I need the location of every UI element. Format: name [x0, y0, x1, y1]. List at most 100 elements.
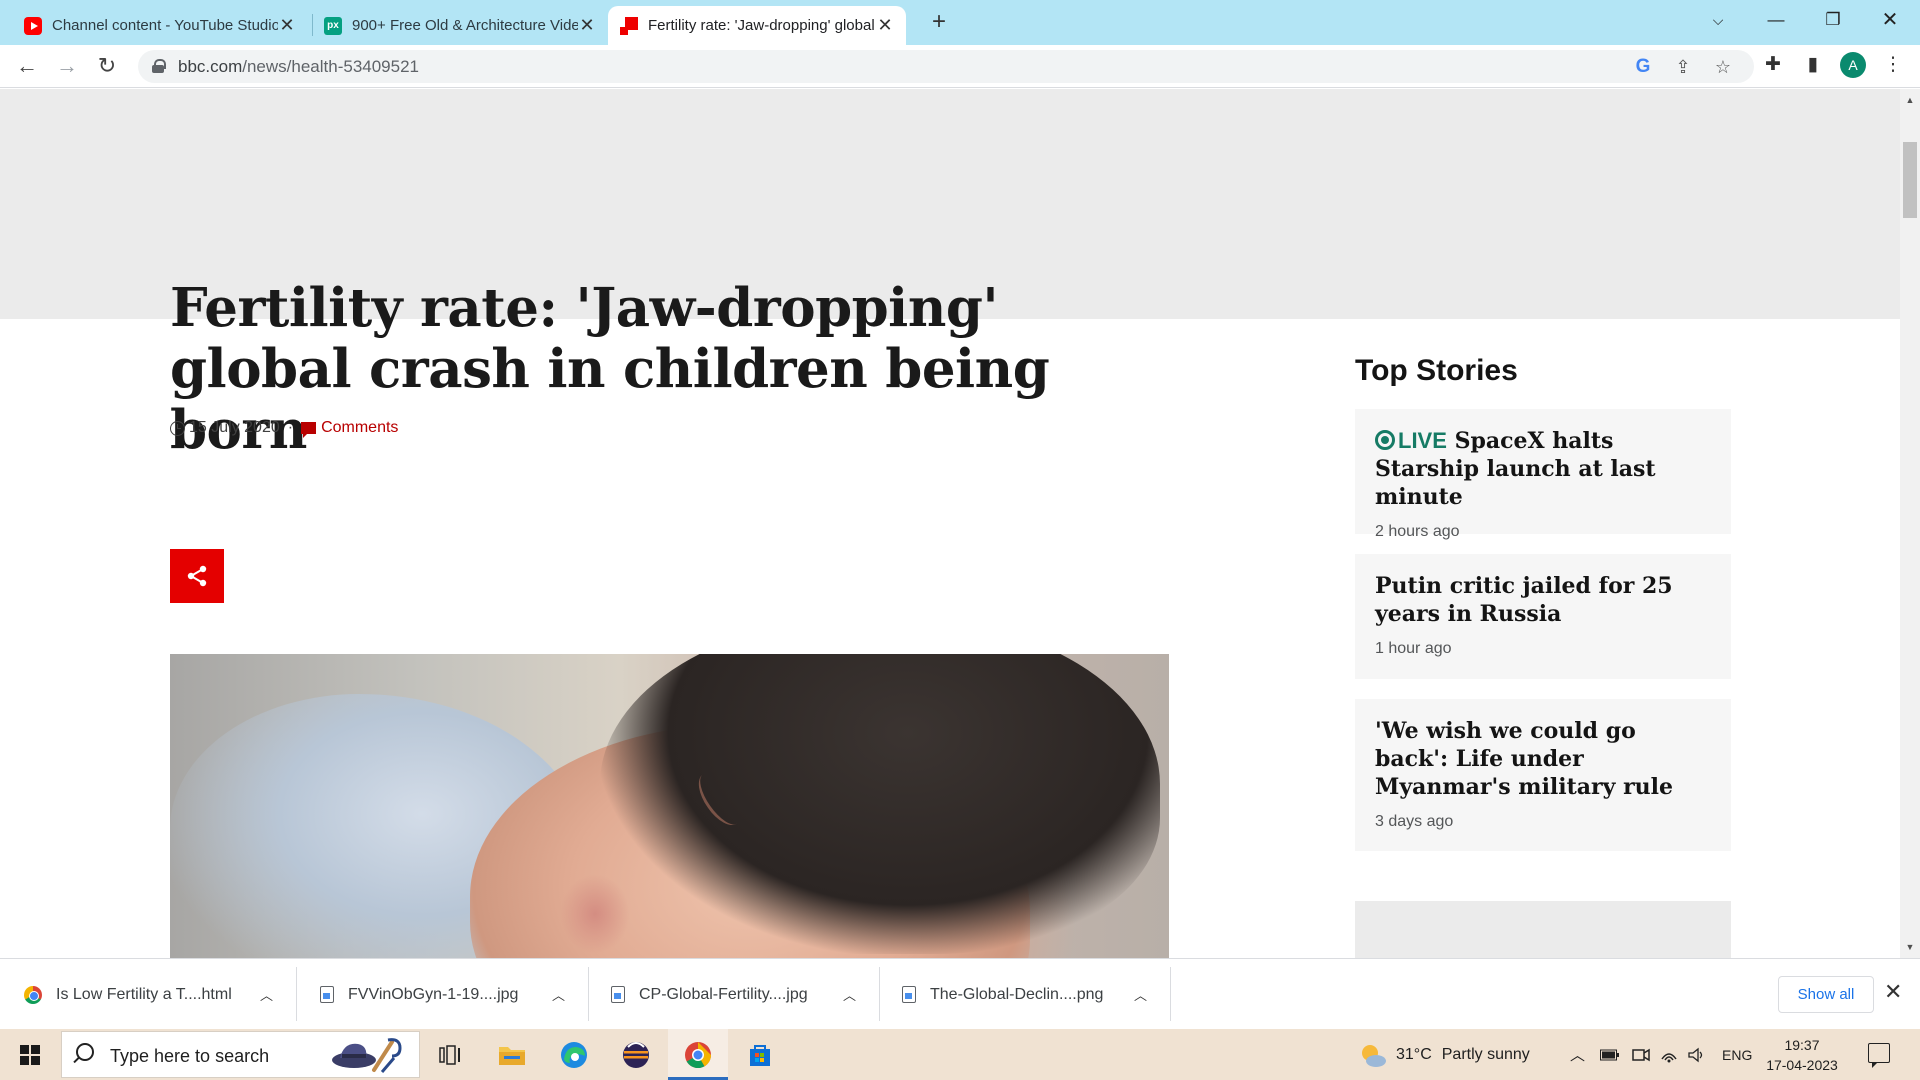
scroll-up-arrow-icon[interactable]: ▲ — [1900, 93, 1920, 107]
clock-icon — [170, 420, 185, 436]
share-page-icon[interactable]: ⇪ — [1670, 54, 1696, 80]
input-language-indicator[interactable]: ENG — [1722, 1029, 1752, 1080]
extensions-puzzle-icon[interactable]: ✚ — [1758, 50, 1788, 80]
wifi-icon[interactable] — [1660, 1029, 1678, 1080]
url-text: bbc.com/news/health-53409521 — [178, 57, 419, 76]
lock-icon[interactable] — [152, 59, 166, 73]
download-item[interactable]: CP-Global-Fertility....jpg ︿ — [611, 959, 871, 1030]
story-title[interactable]: 'We wish we could go back': Life under M… — [1375, 717, 1711, 801]
weather-temperature: 31°C — [1396, 1045, 1432, 1063]
close-tab-icon[interactable]: ✕ — [278, 15, 296, 36]
partly-sunny-icon — [1362, 1044, 1386, 1067]
story-card[interactable]: LIVE SpaceX halts Starship launch at las… — [1355, 409, 1731, 540]
new-tab-button[interactable]: + — [924, 8, 954, 38]
search-highlight-illustration-icon[interactable] — [330, 1036, 406, 1076]
chrome-taskbar-icon[interactable] — [668, 1029, 728, 1080]
bookmark-star-icon[interactable]: ☆ — [1710, 54, 1736, 80]
story-card[interactable]: Putin critic jailed for 25 years in Russ… — [1355, 554, 1731, 679]
tab-pixabay[interactable]: px 900+ Free Old & Architecture Videos ✕ — [312, 6, 608, 45]
live-icon — [1375, 430, 1395, 450]
download-divider — [296, 967, 297, 1021]
download-filename: Is Low Fertility a T....html — [56, 985, 232, 1003]
tab-youtube-studio[interactable]: Channel content - YouTube Studio ✕ — [12, 6, 308, 45]
tab-title: 900+ Free Old & Architecture Videos — [352, 17, 578, 34]
download-divider — [879, 967, 880, 1021]
address-bar[interactable]: bbc.com/news/health-53409521 G ⇪ ☆ — [138, 50, 1754, 83]
meet-now-camera-icon[interactable] — [1632, 1029, 1650, 1080]
story-time: 3 days ago — [1375, 813, 1454, 830]
story-time: 2 hours ago — [1375, 523, 1460, 540]
hero-lips — [560, 874, 630, 954]
show-all-downloads-button[interactable]: Show all — [1778, 976, 1874, 1013]
taskbar-clock[interactable]: 19:37 17-04-2023 — [1762, 1035, 1842, 1075]
article-date: 15 July 2020 — [189, 419, 280, 436]
story-title[interactable]: LIVE SpaceX halts Starship launch at las… — [1375, 427, 1711, 511]
live-badge: LIVE — [1375, 428, 1447, 453]
windows-start-icon[interactable] — [20, 1045, 40, 1065]
file-icon — [320, 986, 334, 1003]
profile-avatar[interactable]: A — [1840, 52, 1866, 78]
volume-icon[interactable] — [1688, 1029, 1706, 1080]
battery-icon[interactable] — [1600, 1029, 1620, 1080]
reload-icon[interactable]: ↻ — [90, 49, 124, 83]
chevron-up-icon[interactable]: ︿ — [552, 985, 565, 1004]
google-lens-icon[interactable]: G — [1630, 54, 1656, 80]
file-icon — [611, 986, 625, 1003]
clock-time: 19:37 — [1784, 1037, 1820, 1053]
meta-separator: · — [287, 419, 294, 436]
search-icon — [76, 1043, 94, 1061]
story-title[interactable]: Putin critic jailed for 25 years in Russ… — [1375, 572, 1711, 628]
story-time: 1 hour ago — [1375, 640, 1452, 657]
pixabay-icon: px — [324, 16, 342, 35]
side-panel-icon[interactable]: ▮ — [1798, 50, 1828, 80]
notification-center-icon[interactable] — [1868, 1043, 1890, 1068]
sidebar-ad-placeholder — [1355, 901, 1731, 958]
download-item[interactable]: The-Global-Declin....png ︿ — [902, 959, 1162, 1030]
taskbar-search-box[interactable]: Type here to search — [61, 1031, 420, 1078]
story-card[interactable]: 'We wish we could go back': Life under M… — [1355, 699, 1731, 851]
windows-taskbar: Type here to search 31°C Partly sunny ︿ — [0, 1029, 1920, 1080]
scroll-down-arrow-icon[interactable]: ▼ — [1900, 940, 1920, 954]
article-meta: 15 July 2020 · Comments — [170, 419, 398, 438]
microsoft-store-icon[interactable] — [730, 1029, 790, 1080]
chevron-up-icon[interactable]: ︿ — [843, 985, 856, 1004]
download-filename: The-Global-Declin....png — [930, 985, 1104, 1003]
article-hero-image — [170, 654, 1169, 958]
eclipse-app-icon[interactable] — [606, 1029, 666, 1080]
weather-widget[interactable]: 31°C Partly sunny — [1358, 1029, 1530, 1080]
file-explorer-icon[interactable] — [482, 1029, 542, 1080]
close-tab-icon[interactable]: ✕ — [578, 15, 596, 36]
comments-link[interactable]: Comments — [321, 419, 398, 437]
tab-title: Fertility rate: 'Jaw-dropping' global cr… — [648, 17, 876, 34]
close-downloads-bar-icon[interactable]: ✕ — [1884, 979, 1902, 1005]
close-window-button[interactable]: ✕ — [1862, 0, 1918, 40]
bbc-icon — [620, 16, 638, 35]
comment-icon[interactable] — [301, 422, 317, 438]
download-item[interactable]: Is Low Fertility a T....html ︿ — [24, 959, 294, 1030]
show-hidden-icons-chevron-icon[interactable]: ︿ — [1570, 1029, 1585, 1080]
back-arrow-icon[interactable]: ← — [10, 49, 44, 83]
scrollbar-thumb[interactable] — [1903, 142, 1917, 218]
share-button[interactable] — [170, 549, 224, 603]
top-stories-heading: Top Stories — [1355, 354, 1518, 387]
chevron-up-icon[interactable]: ︿ — [1134, 985, 1147, 1004]
download-item[interactable]: FVVinObGyn-1-19....jpg ︿ — [320, 959, 580, 1030]
edge-browser-icon[interactable] — [544, 1029, 604, 1080]
file-icon — [902, 986, 916, 1003]
browser-menu-icon[interactable]: ⋮ — [1878, 50, 1908, 80]
restore-button[interactable]: ❐ — [1805, 0, 1861, 40]
close-tab-icon[interactable]: ✕ — [876, 15, 894, 36]
clock-date: 17-04-2023 — [1766, 1057, 1838, 1073]
download-filename: CP-Global-Fertility....jpg — [639, 985, 808, 1003]
task-view-icon[interactable] — [420, 1029, 480, 1080]
share-icon — [187, 565, 207, 587]
search-placeholder: Type here to search — [110, 1046, 270, 1066]
forward-arrow-icon[interactable]: → — [50, 49, 84, 83]
chevron-up-icon[interactable]: ︿ — [260, 985, 273, 1004]
chrome-icon — [24, 985, 42, 1004]
minimize-button[interactable]: — — [1748, 0, 1804, 40]
tab-search-chevron-icon[interactable]: ⌵ — [1690, 0, 1746, 40]
page-scrollbar[interactable] — [1900, 89, 1920, 958]
tab-bbc-active[interactable]: Fertility rate: 'Jaw-dropping' global cr… — [608, 6, 906, 45]
download-filename: FVVinObGyn-1-19....jpg — [348, 985, 519, 1003]
